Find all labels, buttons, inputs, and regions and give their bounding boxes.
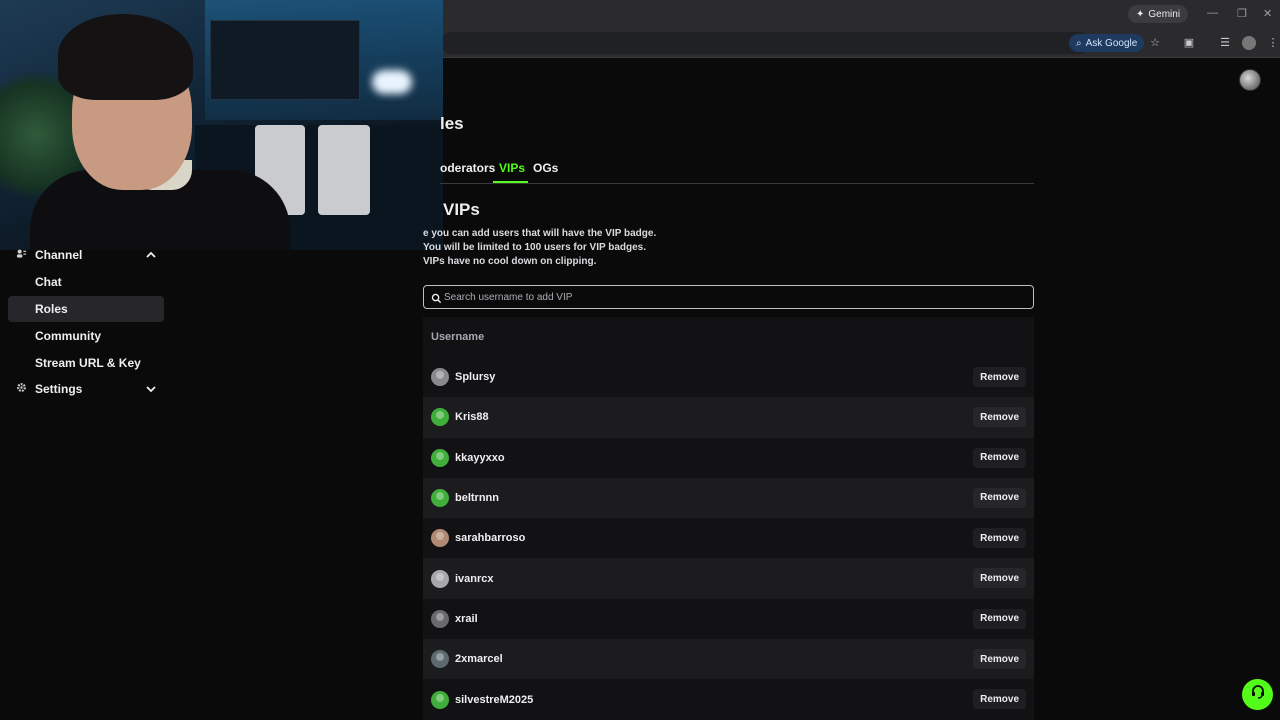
- avatar[interactable]: [431, 569, 449, 588]
- sidebar-item-label: Roles: [35, 302, 68, 316]
- sidebar-item-label: Stream URL & Key: [35, 356, 141, 370]
- username[interactable]: 2xmarcel: [455, 653, 503, 665]
- avatar[interactable]: [431, 650, 449, 669]
- sidebar-item-roles[interactable]: Roles: [8, 296, 164, 322]
- sidebar-item-label: Community: [35, 329, 101, 343]
- table-row: beltrnnn Remove: [423, 477, 1034, 519]
- remove-button[interactable]: Remove: [973, 447, 1026, 468]
- search-input[interactable]: [444, 286, 1024, 308]
- table-header: Username: [423, 317, 1034, 357]
- lens-icon: ⌕: [1076, 37, 1082, 49]
- search-field: [423, 285, 1034, 309]
- table-row: kkayyxxo Remove: [423, 438, 1034, 478]
- chevron-down-icon[interactable]: [144, 380, 158, 398]
- kebab-menu-icon[interactable]: ⋮: [1266, 36, 1280, 50]
- remove-button[interactable]: Remove: [973, 407, 1026, 428]
- username[interactable]: silvestreM2025: [455, 694, 533, 706]
- table-row: xrail Remove: [423, 599, 1034, 639]
- tab-vips[interactable]: VIPs: [499, 161, 525, 175]
- user-avatar[interactable]: [1239, 69, 1261, 91]
- sidebar-item-chat[interactable]: Chat: [8, 269, 164, 295]
- sidebar-item-community[interactable]: Community: [8, 323, 164, 349]
- roles-tabs: oderators VIPs OGs: [440, 156, 1034, 184]
- help-chat-button[interactable]: [1242, 679, 1273, 710]
- tab-ogs[interactable]: OGs: [533, 161, 558, 175]
- table-row: Kris88 Remove: [423, 397, 1034, 438]
- avatar[interactable]: [431, 609, 449, 628]
- username[interactable]: Kris88: [455, 411, 489, 423]
- headset-icon: [1250, 684, 1266, 705]
- restore-icon[interactable]: ❐: [1237, 7, 1247, 20]
- avatar[interactable]: [431, 448, 449, 467]
- remove-button[interactable]: Remove: [973, 528, 1026, 549]
- profile-avatar-icon[interactable]: [1242, 36, 1256, 50]
- webcam-overlay: [0, 0, 443, 250]
- username[interactable]: sarahbarroso: [455, 532, 525, 544]
- sidebar-channel-label: Channel: [35, 248, 83, 262]
- username[interactable]: kkayyxxo: [455, 452, 505, 464]
- username[interactable]: xrail: [455, 613, 478, 625]
- remove-button[interactable]: Remove: [973, 649, 1026, 670]
- avatar[interactable]: [431, 529, 449, 548]
- ask-google-button[interactable]: ⌕ Ask Google: [1069, 34, 1145, 52]
- avatar[interactable]: [431, 489, 449, 508]
- tab-moderators[interactable]: oderators: [440, 161, 495, 175]
- bookmark-star-icon[interactable]: ☆: [1148, 36, 1162, 50]
- chevron-up-icon[interactable]: [144, 246, 158, 264]
- gear-icon: [14, 382, 28, 396]
- reading-list-icon[interactable]: ☰: [1218, 36, 1232, 50]
- section-title: VIPs: [443, 200, 480, 219]
- description-line: VIPs have no cool down on clipping.: [423, 256, 597, 267]
- table-row: silvestreM2025 Remove: [423, 679, 1034, 719]
- table-row: sarahbarroso Remove: [423, 518, 1034, 558]
- active-tab-indicator: [493, 181, 528, 183]
- sidebar-section-channel[interactable]: Channel: [8, 242, 164, 268]
- sidebar-item-label: Chat: [35, 275, 62, 289]
- username[interactable]: ivanrcx: [455, 573, 494, 585]
- page-title: les: [440, 114, 464, 133]
- minimize-icon[interactable]: —: [1207, 7, 1218, 19]
- username[interactable]: beltrnnn: [455, 492, 499, 504]
- avatar[interactable]: [431, 408, 449, 427]
- avatar[interactable]: [431, 690, 449, 709]
- remove-button[interactable]: Remove: [973, 608, 1026, 629]
- search-icon: [431, 291, 443, 304]
- remove-button[interactable]: Remove: [973, 487, 1026, 508]
- sidebar-settings-label: Settings: [35, 382, 83, 396]
- description-line: e you can add users that will have the V…: [423, 228, 657, 239]
- vip-table: Username Splursy Remove Kris88 Remove kkayyx…: [423, 317, 1034, 720]
- sidebar-item-stream-url-key[interactable]: Stream URL & Key: [8, 350, 164, 376]
- close-icon[interactable]: ✕: [1263, 7, 1272, 20]
- table-row: Splursy Remove: [423, 357, 1034, 397]
- remove-button[interactable]: Remove: [973, 568, 1026, 589]
- username[interactable]: Splursy: [455, 371, 495, 383]
- avatar[interactable]: [431, 368, 449, 387]
- sparkle-icon: ✦: [1136, 8, 1145, 20]
- table-row: ivanrcx Remove: [423, 558, 1034, 599]
- side-panel-icon[interactable]: ▣: [1182, 36, 1196, 50]
- column-header-username[interactable]: Username: [431, 331, 484, 343]
- gemini-button[interactable]: ✦ Gemini: [1128, 5, 1189, 23]
- description-line: You will be limited to 100 users for VIP…: [423, 242, 647, 253]
- remove-button[interactable]: Remove: [973, 367, 1026, 387]
- sidebar-section-settings[interactable]: Settings: [8, 376, 164, 402]
- address-bar[interactable]: [440, 32, 1090, 54]
- remove-button[interactable]: Remove: [973, 689, 1026, 710]
- table-row: 2xmarcel Remove: [423, 639, 1034, 680]
- channel-icon: [14, 248, 28, 262]
